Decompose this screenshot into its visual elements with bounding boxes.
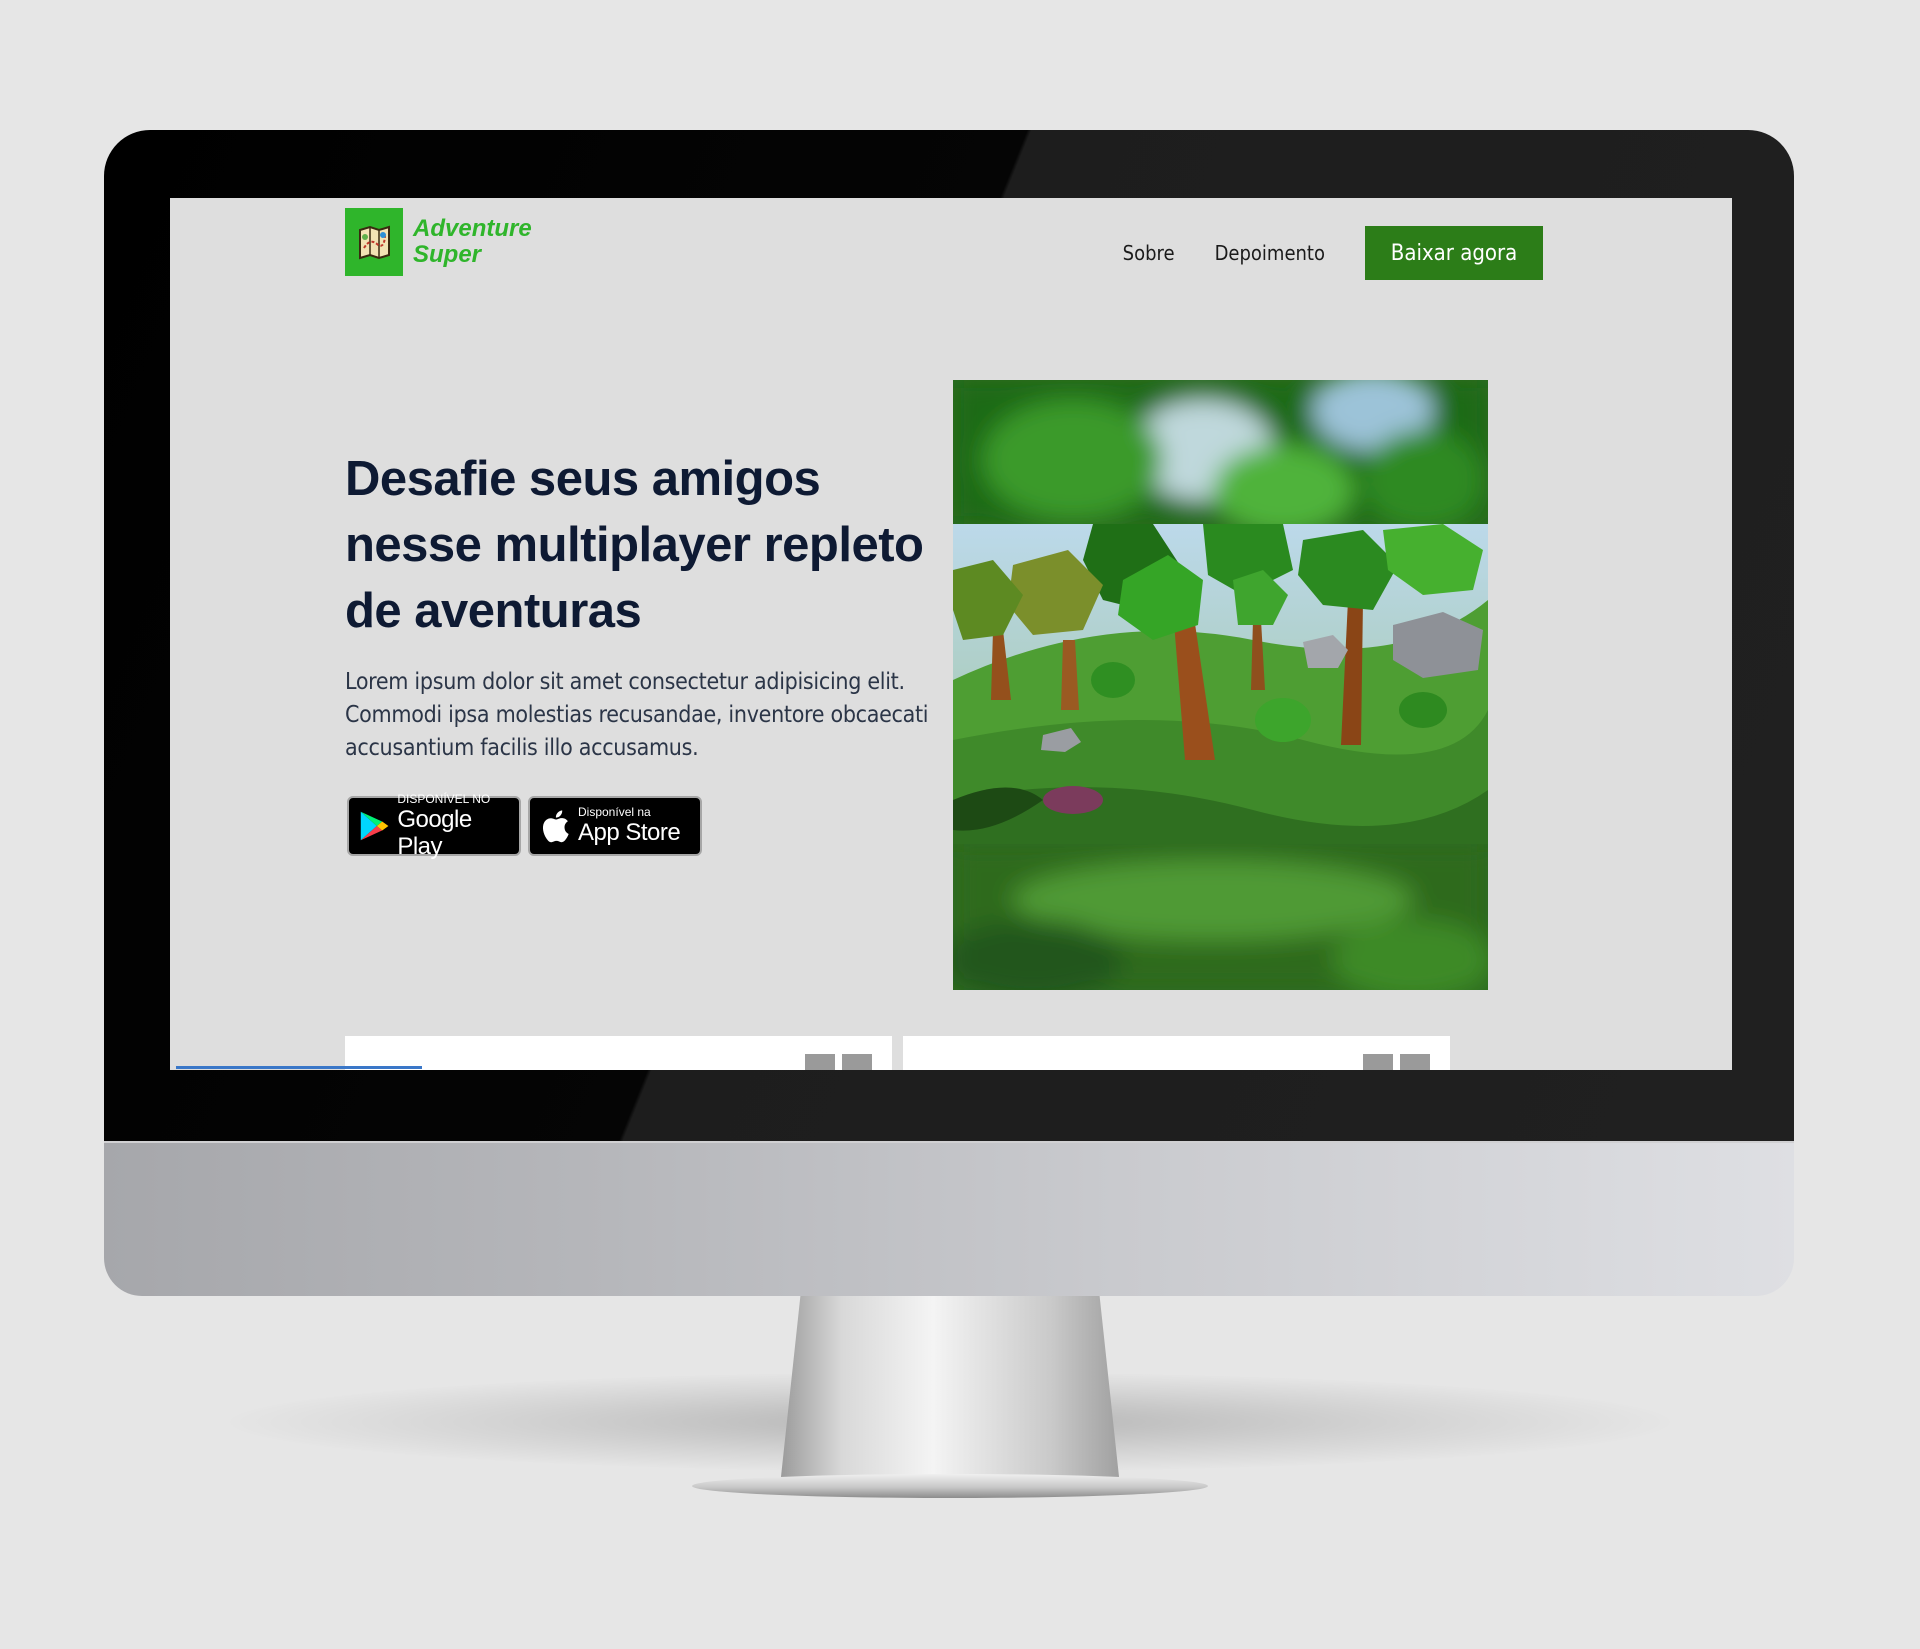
google-play-icon <box>360 811 389 841</box>
main-nav: Sobre Depoimento Baixar agora <box>1123 226 1543 280</box>
app-store-badge[interactable]: Disponível na App Store <box>528 796 702 856</box>
site-logo[interactable]: Adventure Super <box>345 208 532 276</box>
nav-link-sobre[interactable]: Sobre <box>1123 241 1175 265</box>
nav-link-depoimento[interactable]: Depoimento <box>1215 241 1325 265</box>
card-decoration <box>805 1054 835 1070</box>
hero-description: Lorem ipsum dolor sit amet consectetur a… <box>345 669 929 761</box>
hero-headline: Desafie seus amigos nesse multiplayer re… <box>345 452 924 638</box>
testimonial-cards <box>345 1036 1450 1070</box>
monitor-stand <box>780 1296 1120 1486</box>
google-play-label: Google Play <box>397 805 472 860</box>
brand-name-line1: Adventure <box>413 215 532 242</box>
monitor-chin <box>104 1141 1794 1296</box>
brand-name: Adventure Super <box>413 216 532 268</box>
apple-icon <box>542 810 569 843</box>
hero-game-screenshot <box>953 380 1488 990</box>
website-screen: Adventure Super Sobre Depoimento Baixar … <box>170 198 1732 1070</box>
monitor-base <box>692 1474 1208 1498</box>
card-decoration <box>1400 1054 1430 1070</box>
brand-name-line2: Super <box>413 241 482 268</box>
google-play-badge[interactable]: DISPONÍVEL NO Google Play <box>347 791 521 860</box>
card-decoration <box>842 1054 872 1070</box>
app-store-caption: Disponível na <box>578 805 651 819</box>
download-now-button[interactable]: Baixar agora <box>1365 226 1543 280</box>
google-play-caption: DISPONÍVEL NO <box>397 791 491 806</box>
card-decoration <box>1363 1054 1393 1070</box>
map-icon <box>345 208 403 276</box>
page-load-indicator <box>176 1066 422 1069</box>
app-store-label: App Store <box>578 819 681 846</box>
testimonial-card <box>345 1036 892 1070</box>
testimonial-card <box>903 1036 1450 1070</box>
